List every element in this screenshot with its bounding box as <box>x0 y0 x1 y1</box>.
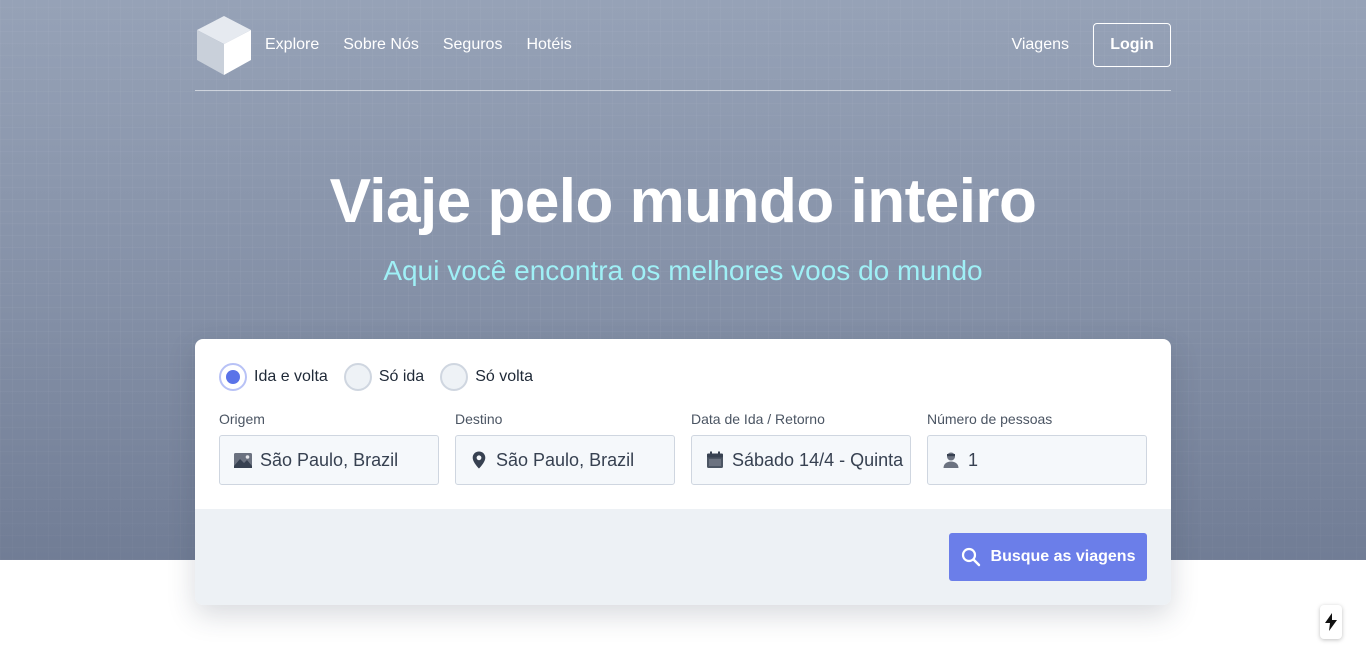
top-navbar: Explore Sobre Nós Seguros Hotéis Viagens… <box>195 14 1171 76</box>
radio-label: Só volta <box>475 368 534 385</box>
search-trips-button[interactable]: Busque as viagens <box>949 533 1147 581</box>
nav-links: Explore Sobre Nós Seguros Hotéis <box>265 36 596 54</box>
date-value: Sábado 14/4 - Quinta <box>732 449 904 470</box>
search-card-footer: Busque as viagens <box>195 509 1171 605</box>
image-icon <box>234 453 252 468</box>
radio-unchecked-icon[interactable] <box>343 363 372 391</box>
destination-label: Destino <box>455 411 503 427</box>
nav-link-sobre-nos[interactable]: Sobre Nós <box>343 36 419 54</box>
radio-ida-e-volta[interactable]: Ida e volta <box>219 363 328 391</box>
origin-label: Origem <box>219 411 265 427</box>
radio-checked-icon[interactable] <box>219 363 247 391</box>
lightning-bolt-button[interactable] <box>1320 605 1342 639</box>
destination-input[interactable]: São Paulo, Brazil <box>455 435 675 485</box>
nav-link-hoteis[interactable]: Hotéis <box>526 36 571 54</box>
trip-type-radio-group: Ida e volta Só ida Só volta <box>219 363 549 391</box>
origin-value: São Paulo, Brazil <box>260 449 399 470</box>
destination-field: Destino São Paulo, Brazil <box>455 411 675 485</box>
date-input[interactable]: Sábado 14/4 - Quinta <box>691 435 911 485</box>
radio-so-volta[interactable]: Só volta <box>440 363 533 391</box>
radio-label: Só ida <box>378 368 425 385</box>
search-fields: Origem São Paulo, Brazil Destino São Pau… <box>219 411 1147 485</box>
people-input[interactable]: 1 <box>927 435 1147 485</box>
nav-link-viagens[interactable]: Viagens <box>1011 36 1069 54</box>
radio-unchecked-icon[interactable] <box>440 363 469 391</box>
login-button[interactable]: Login <box>1093 23 1171 67</box>
people-label: Número de pessoas <box>927 411 1053 427</box>
radio-label: Ida e volta <box>254 368 328 385</box>
map-pin-icon <box>472 451 486 469</box>
date-field: Data de Ida / Retorno Sábado 14/4 - Quin… <box>691 411 911 485</box>
calendar-icon <box>707 451 723 468</box>
destination-value: São Paulo, Brazil <box>496 449 635 470</box>
search-icon <box>961 547 980 567</box>
people-value: 1 <box>968 449 979 470</box>
radio-so-ida[interactable]: Só ida <box>343 363 425 391</box>
origin-input[interactable]: São Paulo, Brazil <box>219 435 439 485</box>
search-trips-label: Busque as viagens <box>990 548 1136 565</box>
origin-field: Origem São Paulo, Brazil <box>219 411 439 485</box>
nav-link-explore[interactable]: Explore <box>265 36 319 54</box>
hero-title: Viaje pelo mundo inteiro <box>329 167 1037 236</box>
nav-link-seguros[interactable]: Seguros <box>443 36 503 54</box>
lightning-bolt-icon <box>1325 613 1337 631</box>
nav-divider <box>195 90 1171 91</box>
cube-logo-icon[interactable] <box>195 14 253 76</box>
search-card: Ida e volta Só ida Só volta Origem São P… <box>195 339 1171 605</box>
hero-subtitle: Aqui você encontra os melhores voos do m… <box>383 255 983 286</box>
date-label: Data de Ida / Retorno <box>691 411 825 427</box>
person-icon <box>943 452 959 468</box>
people-field: Número de pessoas 1 <box>927 411 1147 485</box>
nav-right: Viagens Login <box>1011 23 1171 67</box>
